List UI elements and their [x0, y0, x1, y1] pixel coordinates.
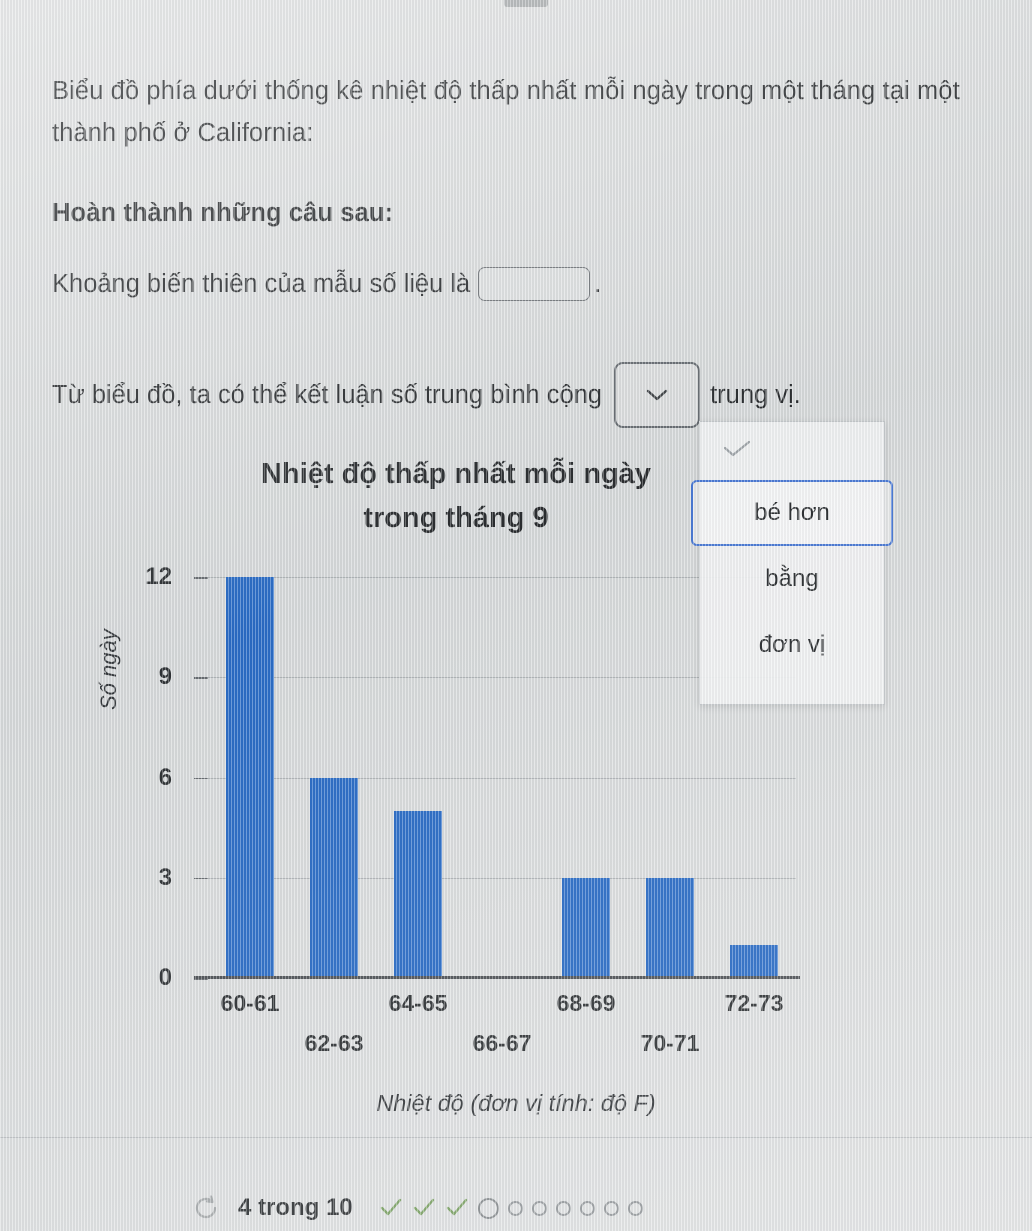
x-tick-label: 68-69: [556, 990, 616, 1016]
bar: [646, 877, 694, 978]
footer-separator: [0, 1137, 1032, 1139]
dropdown-check-row: [700, 422, 884, 480]
bar: [226, 577, 274, 978]
chart-title: Nhiệt độ thấp nhất mỗi ngày trong tháng …: [176, 452, 736, 540]
y-tick-label: 0: [158, 964, 172, 991]
y-tick-label: 9: [158, 663, 172, 691]
progress-check-icon: [445, 1196, 469, 1220]
dropdown-option-bang[interactable]: bằng: [700, 546, 884, 612]
comparison-select[interactable]: [614, 362, 701, 428]
x-axis-line: [194, 976, 800, 979]
y-axis-title: Số ngày: [96, 629, 121, 710]
range-question-label: Khoảng biến thiên của mẫu số liệu là: [52, 269, 471, 298]
x-tick-label: 64-65: [388, 990, 448, 1016]
bar: [562, 877, 610, 978]
y-tick-label: 3: [158, 863, 172, 891]
range-question-period: .: [594, 269, 602, 298]
chart-title-line-2: trong tháng 9: [363, 502, 549, 534]
dropdown-option-don-vi[interactable]: đơn vị: [700, 612, 884, 678]
conclusion-question-suffix: trung vị.: [710, 380, 801, 409]
gridline: [208, 777, 796, 779]
chevron-down-icon: [646, 389, 668, 401]
x-tick-label: 70-71: [640, 1030, 700, 1056]
conclusion-question-line: Từ biểu đồ, ta có thể kết luận số trung …: [52, 362, 801, 428]
progress-dot: [603, 1200, 619, 1216]
progress-dot: [627, 1200, 643, 1216]
progress-dot: [579, 1200, 595, 1216]
check-icon: [722, 439, 752, 464]
progress-dot-current: [477, 1197, 499, 1219]
screen-notch-artifact: [504, 0, 548, 7]
progress-check-icon: [379, 1196, 403, 1220]
bar: [730, 944, 778, 978]
x-tick-label: 66-67: [472, 1030, 532, 1056]
bar: [394, 810, 442, 978]
progress-footer: 4 trong 10: [0, 1185, 1032, 1231]
progress-dots: [379, 1196, 643, 1220]
range-answer-input[interactable]: [478, 267, 591, 301]
quiz-page: Biểu đồ phía dưới thống kê nhiệt độ thấp…: [0, 0, 1032, 1231]
y-tick-mark: 12: [145, 563, 208, 590]
conclusion-question-label: Từ biểu đồ, ta có thể kết luận số trung …: [52, 380, 603, 409]
y-tick-mark: 6: [159, 764, 208, 791]
y-tick-mark: 3: [159, 864, 208, 891]
chart-title-line-1: Nhiệt độ thấp nhất mỗi ngày: [261, 458, 651, 490]
x-tick-label: 62-63: [304, 1030, 364, 1056]
comparison-dropdown-popup[interactable]: bé hơn bằng đơn vị: [691, 421, 893, 705]
question-intro-text: Biểu đồ phía dưới thống kê nhiệt độ thấp…: [52, 77, 960, 147]
gridline: [208, 877, 796, 879]
progress-dot: [507, 1200, 523, 1216]
y-tick-label: 12: [145, 563, 172, 590]
y-tick-label: 6: [158, 763, 172, 791]
x-tick-label: 72-73: [724, 990, 784, 1016]
progress-dot: [555, 1200, 571, 1216]
progress-check-icon: [412, 1196, 436, 1220]
dropdown-option-be-hon[interactable]: bé hơn: [691, 480, 893, 546]
x-axis-title: Nhiệt độ (đơn vị tính: độ F): [376, 1090, 656, 1116]
complete-instruction-heading: Hoàn thành những câu sau:: [52, 199, 394, 227]
refresh-icon[interactable]: [192, 1194, 220, 1222]
progress-count-label: 4 trong 10: [238, 1194, 353, 1221]
range-question-line: Khoảng biến thiên của mẫu số liệu là .: [52, 267, 601, 301]
x-tick-label: 60-61: [220, 990, 280, 1016]
y-tick-mark: 9: [159, 663, 208, 690]
progress-dot: [531, 1200, 547, 1216]
bar: [310, 777, 358, 978]
